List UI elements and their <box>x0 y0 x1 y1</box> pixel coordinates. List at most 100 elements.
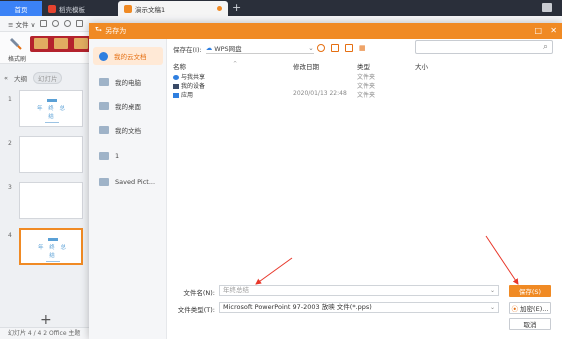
save-location-value: WPS网盘 <box>214 45 242 53</box>
save-as-dialog: ⮑ 另存为 □ ✕ 我的云文档 我的电脑 我的桌面 我的文档 1 Saved P… <box>89 23 562 339</box>
tab-slides[interactable]: 幻灯片 <box>32 72 63 84</box>
filename-input[interactable]: 年终总结 ⌄ <box>219 285 499 296</box>
cloud-icon: ☁ <box>205 44 213 52</box>
filename-value: 年终总结 <box>223 286 249 294</box>
back-icon[interactable] <box>317 44 325 52</box>
file-type: 文件夹 <box>357 92 376 99</box>
column-date[interactable]: 修改日期 <box>293 61 319 71</box>
slide-title: 年 终 总 结 <box>37 106 67 120</box>
sidebar-item-documents[interactable]: 我的文档 <box>93 121 163 139</box>
slide-number: 3 <box>8 184 12 191</box>
up-folder-icon[interactable] <box>331 44 339 52</box>
redo-icon[interactable] <box>64 20 71 27</box>
tab-presentation[interactable]: 演示文稿1 <box>118 1 228 16</box>
filetype-label: 文件类型(T): <box>177 306 215 314</box>
sidebar-item-label: 我的桌面 <box>115 103 141 111</box>
filename-label: 文件名(N): <box>183 289 215 297</box>
search-input[interactable]: ⌕ <box>415 40 553 54</box>
sidebar-item-desktop[interactable]: 我的桌面 <box>93 97 163 115</box>
design-template-strip[interactable] <box>30 36 94 52</box>
save-in-label: 保存在(I): <box>173 45 202 54</box>
new-folder-icon[interactable] <box>345 44 353 52</box>
sort-caret-icon: ^ <box>233 61 238 67</box>
file-row[interactable]: 应用 2020/01/13 22:48 文件夹 <box>173 90 553 99</box>
tab-label: 演示文稿1 <box>135 5 166 14</box>
filetype-value: Microsoft PowerPoint 97-2003 放映 文件(*.pps… <box>223 303 372 311</box>
file-row[interactable]: 我的设备 文件夹 <box>173 81 553 90</box>
cancel-button[interactable]: 取消 <box>509 318 551 330</box>
chevron-down-icon: ⌄ <box>308 44 314 52</box>
filetype-select[interactable]: Microsoft PowerPoint 97-2003 放映 文件(*.pps… <box>219 302 499 313</box>
file-name: 我的设备 <box>181 83 206 90</box>
app-icon <box>173 93 179 98</box>
docer-icon <box>48 4 56 13</box>
folder-icon <box>99 152 109 160</box>
search-icon: ⌕ <box>542 42 548 52</box>
tab-bar: 首页 稻壳模板 演示文稿1 + <box>0 0 562 16</box>
file-type: 文件夹 <box>357 74 376 81</box>
sidebar-item-saved-pictures[interactable]: Saved Pict... <box>93 173 163 191</box>
file-name: 与我共享 <box>181 74 206 81</box>
sidebar-item-label: 1 <box>115 152 120 160</box>
chevron-down-icon: ⌄ <box>489 287 495 294</box>
slide-thumbnail[interactable] <box>19 136 83 173</box>
new-tab-button[interactable]: + <box>232 1 241 14</box>
view-mode-icon[interactable]: ▦ <box>359 44 366 52</box>
close-button[interactable]: ✕ <box>550 25 557 37</box>
format-painter-label: 格式刷 <box>8 56 27 63</box>
chevron-down-icon: ⌄ <box>489 304 495 311</box>
slide-preview: 年 终 总 结 <box>37 238 69 262</box>
unsaved-dot-icon <box>217 6 222 11</box>
folder-icon <box>99 178 109 186</box>
sidebar-item-label: 我的电脑 <box>115 79 141 87</box>
dialog-title: 另存为 <box>105 27 127 35</box>
save-as-icon: ⮑ <box>95 25 103 34</box>
save-button[interactable]: 保存(S) <box>509 285 551 297</box>
ppt-icon <box>124 4 132 13</box>
tab-home[interactable]: 首页 <box>0 1 42 16</box>
slide-thumbnail[interactable]: 年 终 总 结 <box>19 90 83 127</box>
sidebar-item-my-computer[interactable]: 我的电脑 <box>93 73 163 91</box>
share-icon <box>173 75 179 80</box>
sidebar-item-label: Saved Pict... <box>115 178 156 186</box>
window-layout-icon[interactable] <box>542 3 552 12</box>
lock-icon: ⦿ <box>511 305 519 313</box>
file-type: 文件夹 <box>357 83 376 90</box>
slide-preview: 年 终 总 结 <box>36 99 68 123</box>
sidebar-item-cloud-docs[interactable]: 我的云文档 <box>93 47 163 65</box>
dialog-title-bar: ⮑ 另存为 □ ✕ <box>89 23 562 39</box>
view-tabs: « 大纲 幻灯片 <box>4 72 63 84</box>
encrypt-label: 加密(E)... <box>520 305 549 313</box>
slide-panel: « 大纲 幻灯片 1 年 终 总 结 2 3 4 年 终 总 结 + <box>0 64 90 339</box>
collapse-icon[interactable]: « <box>4 74 8 82</box>
navigation-toolbar: ▦ <box>317 44 366 52</box>
save-location-select[interactable]: ☁ WPS网盘 ⌄ <box>205 43 314 54</box>
folder-icon <box>99 126 109 134</box>
slide-title: 年 终 总 结 <box>38 245 68 259</box>
slide-number: 2 <box>8 140 12 147</box>
tab-outline[interactable]: 大纲 <box>14 73 27 83</box>
sidebar-item-label: 我的文档 <box>115 127 141 135</box>
file-date: 2020/01/13 22:48 <box>293 90 347 97</box>
location-sidebar: 我的云文档 我的电脑 我的桌面 我的文档 1 Saved Pict... <box>89 39 167 339</box>
encrypt-button[interactable]: ⦿ 加密(E)... <box>509 302 551 314</box>
column-size[interactable]: 大小 <box>415 61 428 71</box>
file-name: 应用 <box>181 92 194 99</box>
add-slide-button[interactable]: + <box>40 312 52 328</box>
slide-thumbnail[interactable] <box>19 182 83 219</box>
print-icon[interactable] <box>76 20 83 27</box>
file-menu[interactable]: ≡ 文件 ∨ <box>8 19 35 29</box>
save-location-row: 保存在(I): ☁ WPS网盘 ⌄ <box>173 43 314 54</box>
slide-thumbnail-selected[interactable]: 年 终 总 结 <box>19 228 83 265</box>
slide-number: 1 <box>8 96 12 103</box>
column-type[interactable]: 类型 <box>357 61 370 71</box>
undo-icon[interactable] <box>52 20 59 27</box>
tab-label: 稻壳模板 <box>59 5 85 14</box>
sidebar-item-folder-1[interactable]: 1 <box>93 147 163 165</box>
file-row[interactable]: 与我共享 文件夹 <box>173 72 553 81</box>
column-name[interactable]: 名称 <box>173 61 186 71</box>
tab-docer-templates[interactable]: 稻壳模板 <box>42 1 102 16</box>
maximize-button[interactable]: □ <box>534 25 542 37</box>
desktop-icon <box>99 102 109 110</box>
save-icon[interactable] <box>40 20 47 27</box>
